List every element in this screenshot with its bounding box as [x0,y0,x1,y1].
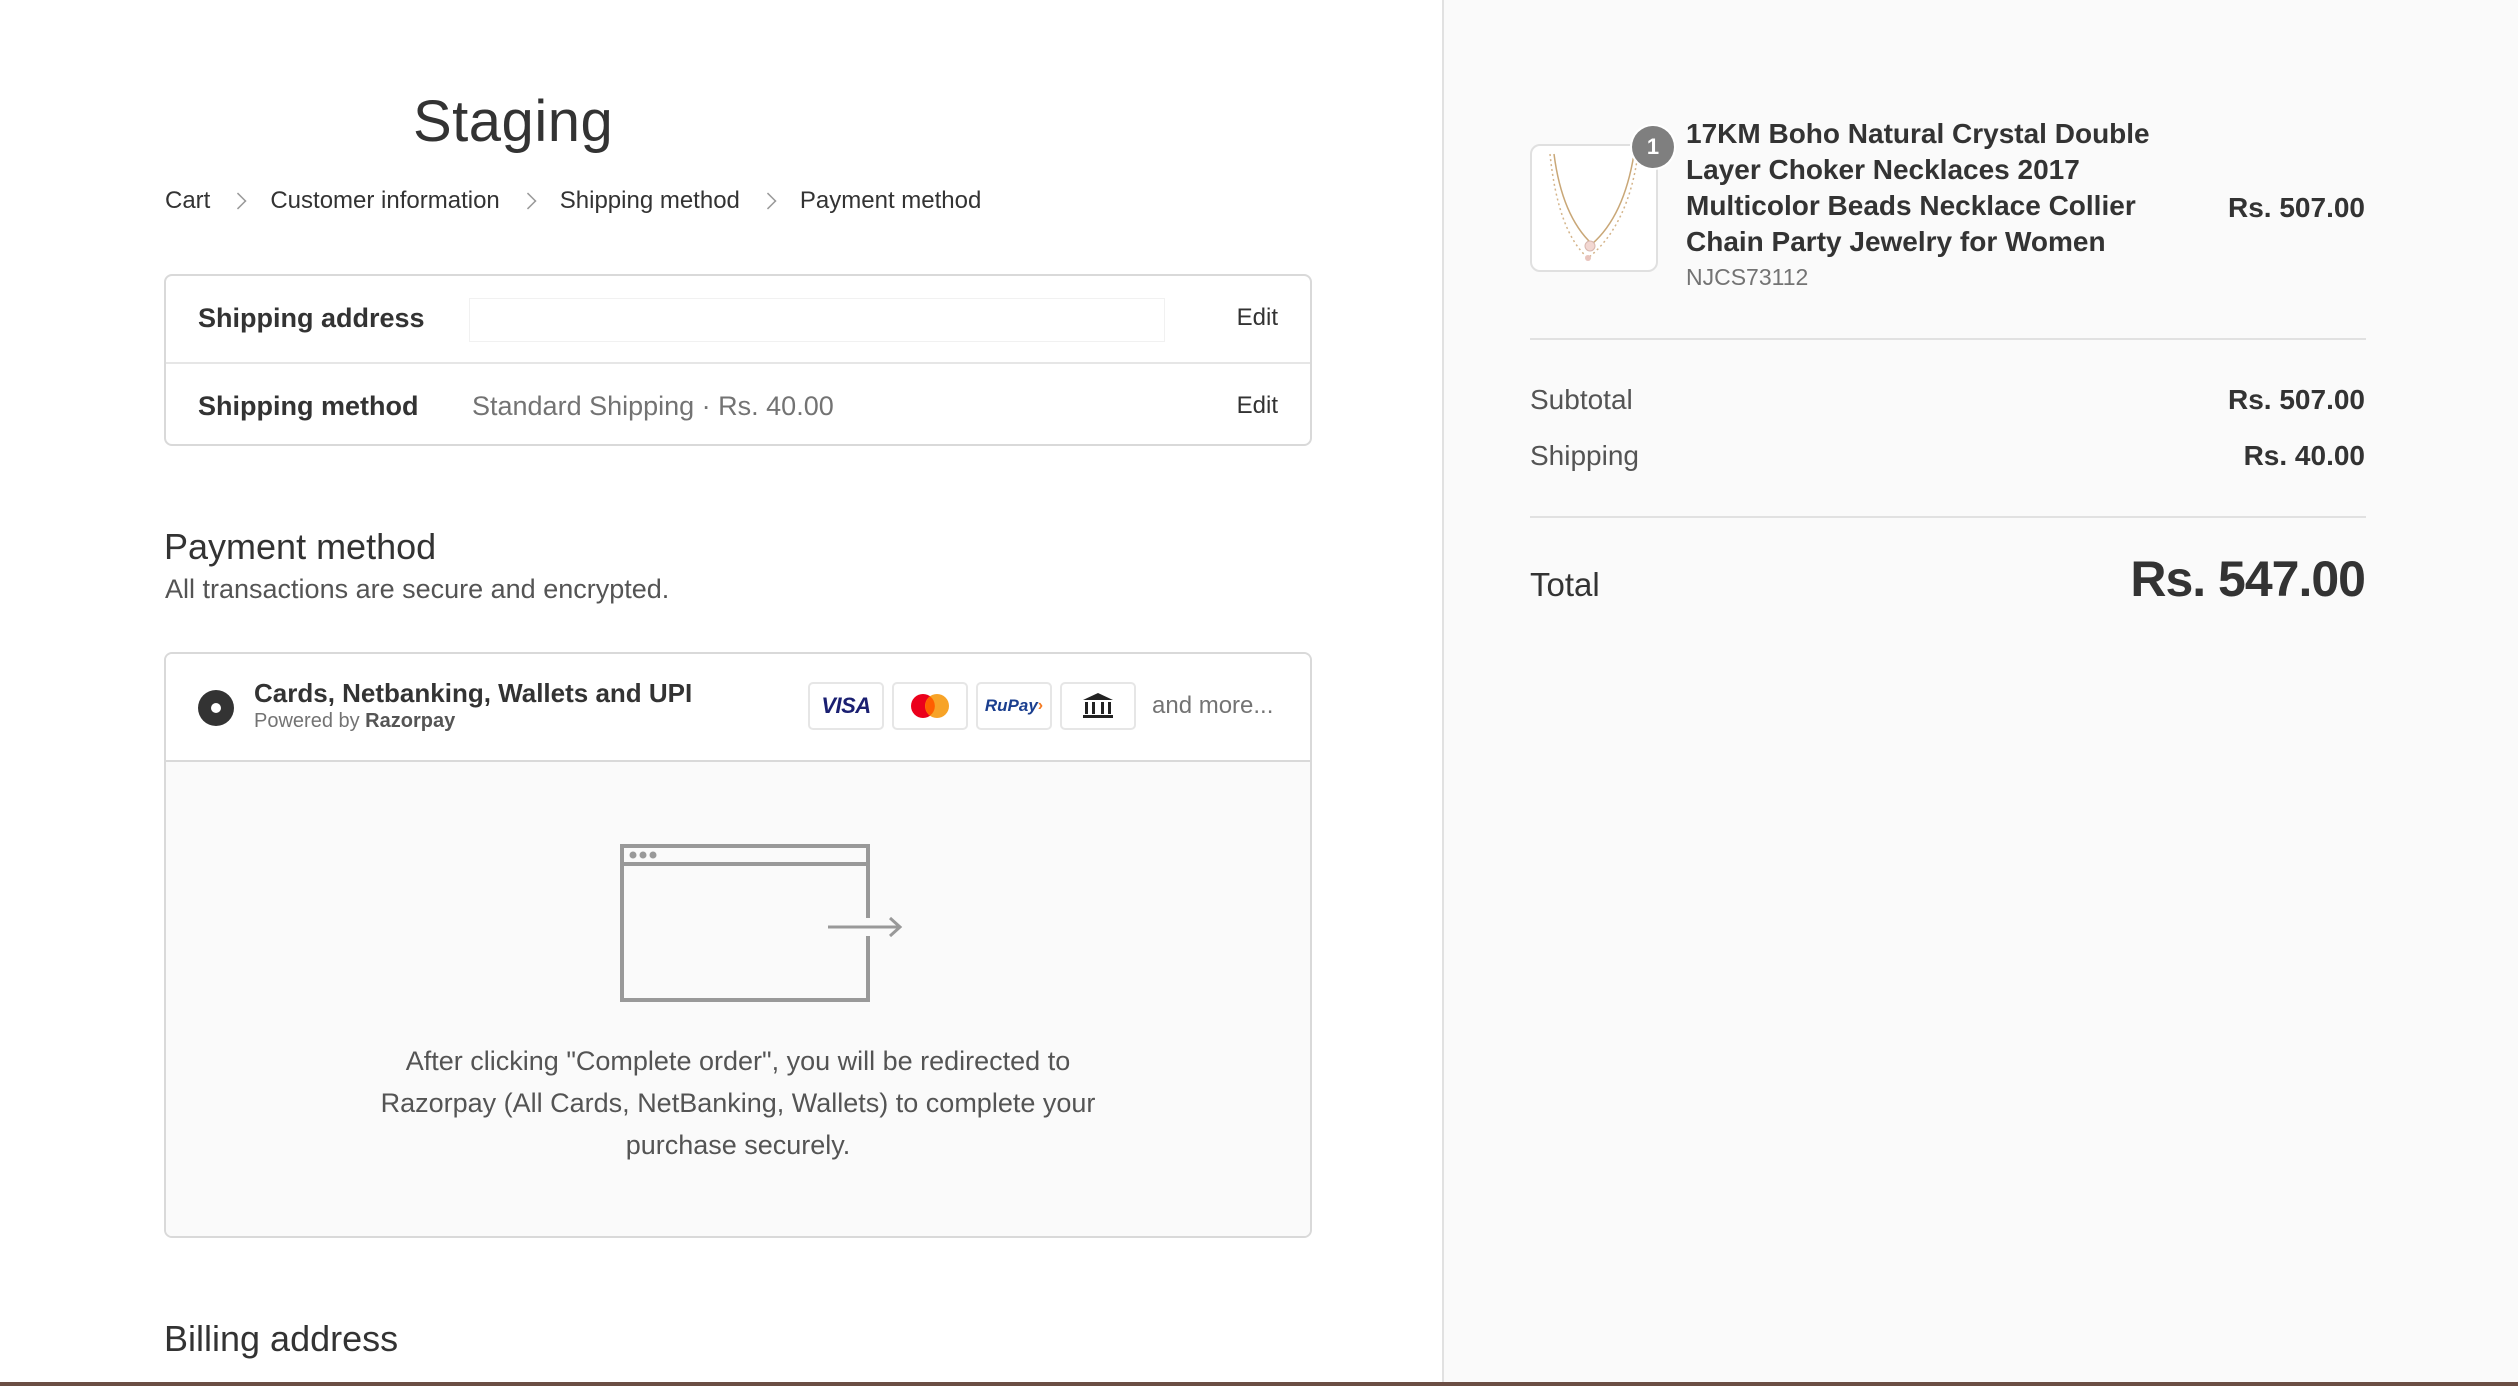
payment-method-heading: Payment method [164,526,437,567]
subtotal-label: Subtotal [1530,384,1633,415]
chevron-right-icon [759,192,777,210]
chevron-right-icon [519,192,537,210]
bank-building-icon [1083,693,1113,718]
product-name: 17KM Boho Natural Crystal Double Layer C… [1686,116,2206,260]
billing-address-heading: Billing address [164,1318,399,1359]
mastercard-logo [911,694,949,718]
review-row-shipping-method: Shipping method Standard Shipping · Rs. … [166,362,1310,448]
bank-icon [1060,682,1136,730]
product-name-line: Layer Choker Necklaces 2017 [1686,154,2080,185]
product-sku: NJCS73112 [1686,264,1809,290]
powered-by-brand: Razorpay [365,710,456,732]
product-name-line: Multicolor Beads Necklace Collier [1686,190,2136,221]
payment-options: Cards, Netbanking, Wallets and UPI Power… [164,652,1312,1238]
shipping-value: Rs. 40.00 [2243,440,2365,471]
visa-icon-text: VISA [821,693,871,718]
summary-divider [1530,516,2366,518]
store-title[interactable]: Staging [413,88,613,155]
total-value: Rs. 547.00 [2130,551,2366,607]
shipping-method-value: Standard Shipping · Rs. 40.00 [472,390,834,421]
browser-redirect-icon [620,844,903,1002]
shipping-address-value [469,298,1165,342]
breadcrumb-customer-information[interactable]: Customer information [270,187,499,215]
redirect-message: After clicking "Complete order", you wil… [166,1040,1310,1166]
product-name-line: 17KM Boho Natural Crystal Double [1686,118,2150,149]
redirect-message-line: purchase securely. [625,1130,851,1160]
payment-option-label[interactable]: Cards, Netbanking, Wallets and UPI [254,678,692,709]
payment-option-razorpay[interactable]: Cards, Netbanking, Wallets and UPI Power… [166,654,1310,762]
necklace-image [1549,153,1639,261]
window-bottom-edge [0,1382,2518,1386]
subtotal-value: Rs. 507.00 [2228,384,2365,415]
breadcrumb-shipping-method[interactable]: Shipping method [560,187,740,215]
redirect-message-line: After clicking "Complete order", you wil… [405,1046,1071,1076]
mastercard-icon [892,682,968,730]
breadcrumb: Cart Customer information Shipping metho… [165,187,981,215]
rupay-icon: RuPay › [976,682,1052,730]
powered-by-text: Powered by Razorpay [254,710,455,733]
review-row-shipping-address: Shipping address Edit [166,276,1310,360]
shipping-method-label: Shipping method [198,390,419,421]
review-block: Shipping address Edit Shipping method St… [164,274,1312,446]
product-name-line: Chain Party Jewelry for Women [1686,226,2106,257]
shipping-label: Shipping [1530,440,1639,471]
payment-method-subtitle: All transactions are secure and encrypte… [165,574,670,604]
payment-radio-selected[interactable] [198,690,234,726]
powered-by-prefix: Powered by [254,710,366,732]
checkout-main: Staging Cart Customer information Shippi… [0,0,1442,1386]
summary-divider [1530,338,2366,340]
breadcrumb-cart[interactable]: Cart [165,187,210,215]
chevron-right-icon [229,192,247,210]
payment-card-icons: VISA RuPay › [808,682,1136,730]
visa-icon: VISA [808,682,884,730]
and-more-text: and more... [1152,692,1274,719]
product-price: Rs. 507.00 [2228,192,2365,223]
total-label: Total [1530,566,1600,603]
edit-shipping-method-link[interactable]: Edit [1237,392,1278,420]
shipping-address-label: Shipping address [198,302,425,333]
redirect-message-line: Razorpay (All Cards, NetBanking, Wallets… [380,1088,1096,1118]
quantity-badge: 1 [1632,126,1674,168]
rupay-icon-text: RuPay [984,696,1038,715]
breadcrumb-payment-method: Payment method [799,187,982,214]
edit-shipping-address-link[interactable]: Edit [1237,304,1278,332]
payment-redirect-panel: After clicking "Complete order", you wil… [166,762,1310,1236]
